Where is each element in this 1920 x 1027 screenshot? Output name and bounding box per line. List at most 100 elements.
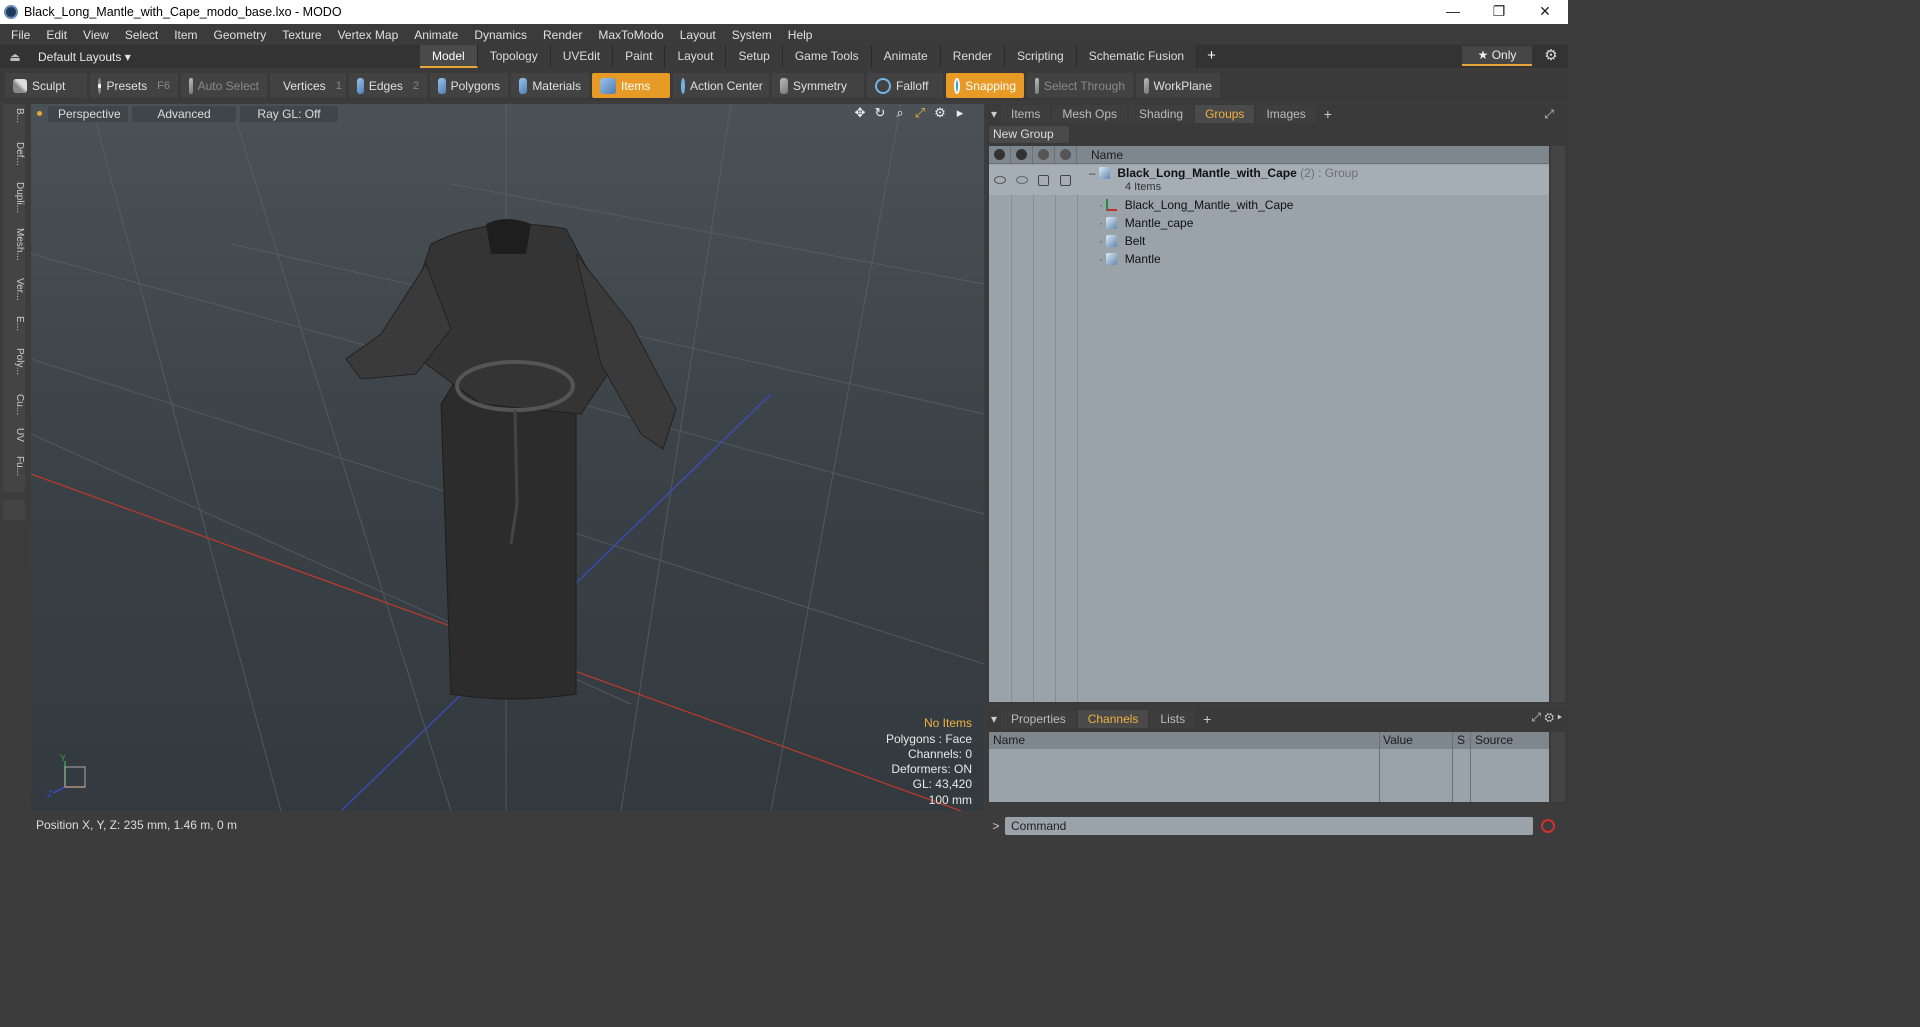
tab-scripting[interactable]: Scripting bbox=[1005, 45, 1077, 68]
eye-icon[interactable] bbox=[994, 176, 1006, 184]
strip-tab-edge[interactable]: E... bbox=[3, 316, 25, 331]
strip-tab-duplicate[interactable]: Dupli... bbox=[3, 182, 25, 213]
channel-source-header[interactable]: Source bbox=[1475, 733, 1513, 747]
render-toggle-icon[interactable] bbox=[1016, 176, 1028, 184]
groups-scrollbar[interactable] bbox=[1551, 146, 1565, 702]
tab-shading[interactable]: Shading bbox=[1129, 105, 1194, 123]
add-layout-tab-button[interactable]: + bbox=[1197, 45, 1226, 68]
viewport-menu-dot[interactable] bbox=[37, 111, 42, 116]
menu-select[interactable]: Select bbox=[117, 28, 166, 42]
strip-tab-fusion[interactable]: Fu... bbox=[3, 456, 25, 476]
tab-mesh-ops[interactable]: Mesh Ops bbox=[1052, 105, 1128, 123]
snapping-button[interactable]: Snapping bbox=[946, 73, 1024, 98]
perspective-dropdown[interactable]: Perspective bbox=[48, 105, 128, 122]
menu-render[interactable]: Render bbox=[535, 28, 590, 42]
menu-vertex-map[interactable]: Vertex Map bbox=[330, 28, 407, 42]
menu-item[interactable]: Item bbox=[166, 28, 205, 42]
command-input[interactable]: Command bbox=[1005, 817, 1533, 835]
menu-dynamics[interactable]: Dynamics bbox=[466, 28, 535, 42]
layout-home-icon[interactable]: ⏏ bbox=[0, 50, 30, 64]
menu-texture[interactable]: Texture bbox=[274, 28, 329, 42]
materials-button[interactable]: Materials bbox=[511, 73, 589, 98]
channel-name-header[interactable]: Name bbox=[993, 733, 1025, 747]
action-center-button[interactable]: Action Center bbox=[673, 73, 769, 98]
zoom-icon[interactable]: ⌕ bbox=[890, 105, 910, 121]
tab-animate[interactable]: Animate bbox=[871, 45, 941, 68]
menu-view[interactable]: View bbox=[75, 28, 117, 42]
select-column-icon[interactable] bbox=[1055, 145, 1077, 164]
rotate-icon[interactable]: ↻ bbox=[870, 105, 890, 121]
group-member-row[interactable]: · Mantle bbox=[989, 250, 1549, 268]
record-icon[interactable] bbox=[1541, 819, 1555, 833]
ray-gl-toggle[interactable]: Ray GL: Off bbox=[240, 105, 338, 122]
sculpt-button[interactable]: Sculpt bbox=[5, 73, 87, 98]
presets-button[interactable]: Presets F6 bbox=[90, 73, 178, 98]
channel-s-header[interactable]: S bbox=[1457, 733, 1465, 747]
lock-checkbox[interactable] bbox=[1038, 175, 1049, 186]
workplane-button[interactable]: WorkPlane bbox=[1136, 73, 1220, 98]
symmetry-button[interactable]: Symmetry bbox=[772, 73, 864, 98]
menu-geometry[interactable]: Geometry bbox=[206, 28, 275, 42]
tab-lists[interactable]: Lists bbox=[1150, 709, 1196, 728]
viewport-more-icon[interactable]: ▸ bbox=[950, 105, 970, 121]
channel-value-header[interactable]: Value bbox=[1383, 733, 1413, 747]
layouts-dropdown[interactable]: Default Layouts ▾ bbox=[30, 50, 140, 64]
tab-game-tools[interactable]: Game Tools bbox=[782, 45, 872, 68]
advanced-dropdown[interactable]: Advanced bbox=[132, 105, 236, 122]
tab-images[interactable]: Images bbox=[1256, 105, 1316, 123]
tab-items[interactable]: Items bbox=[1001, 105, 1051, 123]
falloff-button[interactable]: Falloff bbox=[867, 73, 943, 98]
menu-animate[interactable]: Animate bbox=[406, 28, 466, 42]
items-button[interactable]: Items bbox=[592, 73, 670, 98]
auto-select-button[interactable]: Auto Select bbox=[181, 73, 267, 98]
new-group-button[interactable]: New Group bbox=[989, 126, 1069, 143]
strip-tab-curve[interactable]: Cu... bbox=[3, 394, 25, 415]
menu-edit[interactable]: Edit bbox=[38, 28, 75, 42]
group-row[interactable]: – Black_Long_Mantle_with_Cape (2) : Grou… bbox=[989, 165, 1549, 195]
channels-scrollbar[interactable] bbox=[1551, 732, 1565, 802]
menu-maxtomodo[interactable]: MaxToModo bbox=[590, 28, 671, 42]
polygons-button[interactable]: Polygons bbox=[430, 73, 508, 98]
tab-schematic-fusion[interactable]: Schematic Fusion bbox=[1076, 45, 1198, 68]
tab-layout[interactable]: Layout bbox=[665, 45, 727, 68]
fit-icon[interactable]: ⤢ bbox=[910, 105, 930, 121]
panel-menu-icon[interactable]: ▾ bbox=[987, 712, 1001, 726]
tab-properties[interactable]: Properties bbox=[1001, 709, 1076, 728]
strip-tab-uv[interactable]: UV bbox=[3, 428, 25, 442]
only-button[interactable]: ★ Only bbox=[1462, 46, 1532, 66]
collapse-icon[interactable]: – bbox=[1089, 166, 1096, 180]
menu-help[interactable]: Help bbox=[780, 28, 821, 42]
menu-layout[interactable]: Layout bbox=[672, 28, 724, 42]
render-column-icon[interactable] bbox=[1011, 145, 1033, 164]
panel-menu-icon[interactable]: ▾ bbox=[987, 107, 1001, 121]
add-tab-button[interactable]: + bbox=[1318, 106, 1338, 122]
lock-column-icon[interactable] bbox=[1033, 145, 1055, 164]
visibility-column-icon[interactable] bbox=[989, 145, 1011, 164]
select-through-button[interactable]: Select Through bbox=[1027, 73, 1133, 98]
tab-paint[interactable]: Paint bbox=[613, 45, 666, 68]
menu-system[interactable]: System bbox=[724, 28, 780, 42]
strip-extra-button[interactable] bbox=[3, 500, 25, 520]
name-column-header[interactable]: Name bbox=[1077, 148, 1123, 162]
tab-uvedit[interactable]: UVEdit bbox=[550, 45, 614, 68]
group-member-row[interactable]: · Mantle_cape bbox=[989, 214, 1549, 232]
tab-render[interactable]: Render bbox=[940, 45, 1006, 68]
close-button[interactable]: ✕ bbox=[1522, 0, 1568, 24]
restore-button[interactable]: ❐ bbox=[1476, 0, 1522, 24]
minimize-button[interactable]: — bbox=[1430, 0, 1476, 24]
tab-setup[interactable]: Setup bbox=[726, 45, 783, 68]
select-checkbox[interactable] bbox=[1060, 175, 1071, 186]
expand-icon[interactable]: ⤢ bbox=[1544, 107, 1554, 122]
strip-tab-basic[interactable]: B... bbox=[3, 108, 25, 123]
3d-viewport[interactable]: Perspective Advanced Ray GL: Off ✥ ↻ ⌕ ⤢… bbox=[31, 104, 984, 811]
pan-icon[interactable]: ✥ bbox=[850, 105, 870, 121]
add-tab-button[interactable]: + bbox=[1197, 711, 1217, 727]
viewport-gear-icon[interactable]: ⚙ bbox=[930, 105, 950, 121]
tab-channels[interactable]: Channels bbox=[1077, 709, 1149, 728]
menu-file[interactable]: File bbox=[3, 28, 38, 42]
group-member-row[interactable]: · Black_Long_Mantle_with_Cape bbox=[989, 196, 1549, 214]
panel-tools-icons[interactable]: ⤢ ⚙ ▸ bbox=[1531, 710, 1562, 725]
tab-groups[interactable]: Groups bbox=[1195, 105, 1255, 123]
strip-tab-polygon[interactable]: Poly... bbox=[3, 348, 25, 375]
strip-tab-vertex[interactable]: Ver... bbox=[3, 278, 25, 301]
